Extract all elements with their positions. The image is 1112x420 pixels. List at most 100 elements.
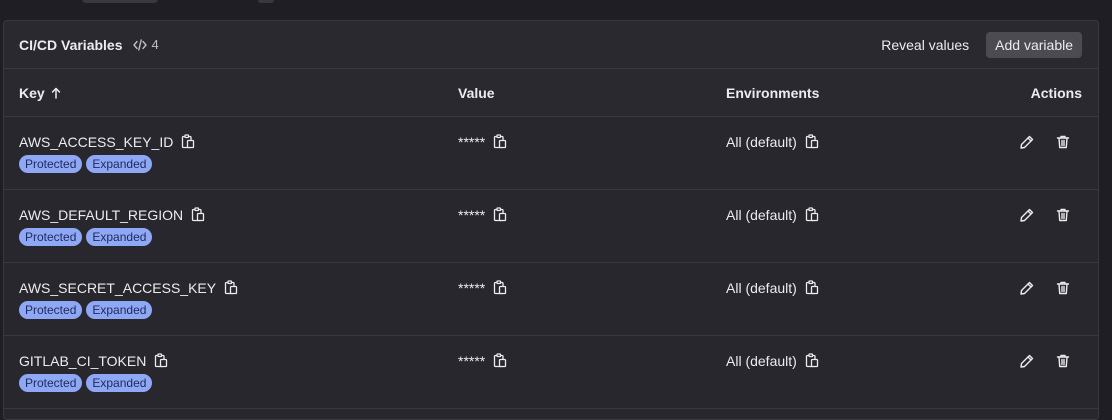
copy-environment-button[interactable] <box>805 353 819 368</box>
clipboard-icon <box>805 280 818 295</box>
delete-variable-button[interactable] <box>1050 203 1076 227</box>
table-row: AWS_SECRET_ACCESS_KEY Protected Expanded … <box>4 263 1098 336</box>
clipboard-icon <box>494 134 507 149</box>
masked-value: ***** <box>458 279 486 296</box>
pencil-icon <box>1020 208 1034 222</box>
value-cell: ***** <box>458 279 507 296</box>
edit-variable-button[interactable] <box>1014 203 1040 227</box>
table-row: GITLAB_CI_TOKEN Protected Expanded ***** … <box>4 336 1098 409</box>
clipboard-icon <box>155 353 168 368</box>
clipboard-icon <box>494 207 507 222</box>
table-row: AWS_ACCESS_KEY_ID Protected Expanded ****… <box>4 117 1098 190</box>
value-cell: ***** <box>458 206 507 223</box>
copy-value-button[interactable] <box>493 280 507 295</box>
masked-value: ***** <box>458 352 486 369</box>
variable-key: GITLAB_CI_TOKEN <box>19 352 147 369</box>
environment-scope: All (default) <box>726 352 797 369</box>
variable-badges: Protected Expanded <box>19 301 238 319</box>
expanded-badge: Expanded <box>86 374 153 392</box>
key-cell: AWS_DEFAULT_REGION Protected Expanded <box>19 206 205 246</box>
pencil-icon <box>1020 135 1034 149</box>
copy-environment-button[interactable] <box>805 280 819 295</box>
edit-variable-button[interactable] <box>1014 276 1040 300</box>
protected-badge: Protected <box>19 155 83 173</box>
clipboard-icon <box>805 353 818 368</box>
variable-key: AWS_ACCESS_KEY_ID <box>19 133 174 150</box>
environment-cell: All (default) <box>726 352 819 369</box>
top-control-remnant-small <box>258 0 274 3</box>
masked-value: ***** <box>458 133 486 150</box>
pencil-icon <box>1020 354 1034 368</box>
key-cell: AWS_ACCESS_KEY_ID Protected Expanded <box>19 133 195 173</box>
copy-key-button[interactable] <box>224 280 238 295</box>
clipboard-icon <box>192 207 205 222</box>
table-header: Key Value Environments Actions <box>4 69 1098 117</box>
copy-value-button[interactable] <box>493 207 507 222</box>
reveal-values-button[interactable]: Reveal values <box>873 32 977 58</box>
value-cell: ***** <box>458 133 507 150</box>
variable-key: AWS_DEFAULT_REGION <box>19 206 184 223</box>
environment-scope: All (default) <box>726 133 797 150</box>
variable-badges: Protected Expanded <box>19 374 168 392</box>
protected-badge: Protected <box>19 228 83 246</box>
ci-variables-card: CI/CD Variables 4 Reveal values Add vari… <box>3 20 1099 420</box>
actions-cell <box>1004 349 1076 373</box>
clipboard-icon <box>805 134 818 149</box>
protected-badge: Protected <box>19 374 83 392</box>
code-icon <box>132 38 147 51</box>
expanded-badge: Expanded <box>86 301 153 319</box>
card-title: CI/CD Variables <box>19 36 123 53</box>
key-cell: AWS_SECRET_ACCESS_KEY Protected Expanded <box>19 279 238 319</box>
copy-value-button[interactable] <box>493 134 507 149</box>
environment-cell: All (default) <box>726 206 819 223</box>
clipboard-icon <box>805 207 818 222</box>
edit-variable-button[interactable] <box>1014 130 1040 154</box>
table-row: AWS_DEFAULT_REGION Protected Expanded ***… <box>4 190 1098 263</box>
protected-badge: Protected <box>19 301 83 319</box>
copy-environment-button[interactable] <box>805 134 819 149</box>
variables-table-body: AWS_ACCESS_KEY_ID Protected Expanded ****… <box>4 117 1098 409</box>
copy-key-button[interactable] <box>191 207 205 222</box>
environment-cell: All (default) <box>726 133 819 150</box>
arrow-up-icon <box>51 87 60 99</box>
clipboard-icon <box>182 134 195 149</box>
environment-scope: All (default) <box>726 206 797 223</box>
copy-key-button[interactable] <box>154 353 168 368</box>
expanded-badge: Expanded <box>86 155 153 173</box>
expanded-badge: Expanded <box>86 228 153 246</box>
delete-variable-button[interactable] <box>1050 276 1076 300</box>
variable-count: 4 <box>132 37 159 52</box>
delete-variable-button[interactable] <box>1050 349 1076 373</box>
clipboard-icon <box>494 353 507 368</box>
environment-cell: All (default) <box>726 279 819 296</box>
key-cell: GITLAB_CI_TOKEN Protected Expanded <box>19 352 168 392</box>
masked-value: ***** <box>458 206 486 223</box>
actions-cell <box>1004 130 1076 154</box>
column-header-actions: Actions <box>1030 84 1082 101</box>
trash-icon <box>1056 135 1070 149</box>
trash-icon <box>1056 281 1070 295</box>
copy-key-button[interactable] <box>181 134 195 149</box>
actions-cell <box>1004 203 1076 227</box>
delete-variable-button[interactable] <box>1050 130 1076 154</box>
add-variable-button[interactable]: Add variable <box>986 31 1082 58</box>
variable-key: AWS_SECRET_ACCESS_KEY <box>19 279 217 296</box>
pencil-icon <box>1020 281 1034 295</box>
column-header-key-label: Key <box>19 84 45 101</box>
value-cell: ***** <box>458 352 507 369</box>
environment-scope: All (default) <box>726 279 797 296</box>
variable-badges: Protected Expanded <box>19 228 205 246</box>
column-header-key[interactable]: Key <box>19 85 61 101</box>
edit-variable-button[interactable] <box>1014 349 1040 373</box>
clipboard-icon <box>224 280 238 295</box>
trash-icon <box>1056 208 1070 222</box>
copy-environment-button[interactable] <box>805 207 819 222</box>
card-header: CI/CD Variables 4 Reveal values Add vari… <box>4 21 1098 69</box>
top-control-remnant <box>82 0 158 3</box>
clipboard-icon <box>494 280 507 295</box>
variable-badges: Protected Expanded <box>19 155 195 173</box>
actions-cell <box>1004 276 1076 300</box>
copy-value-button[interactable] <box>493 353 507 368</box>
variable-count-value: 4 <box>151 37 159 52</box>
column-header-environments: Environments <box>726 84 820 101</box>
